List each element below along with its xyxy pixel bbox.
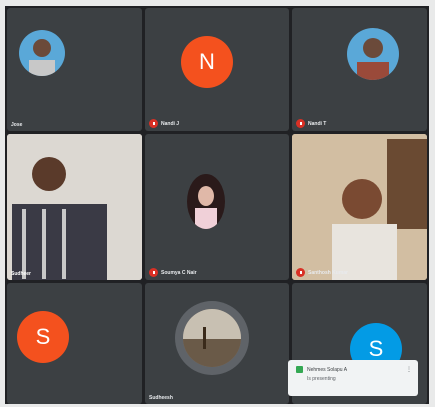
participant-name: Sudheesh xyxy=(149,395,173,401)
mic-off-icon xyxy=(296,119,305,128)
participant-name: Santhosh Kumar xyxy=(296,268,348,277)
toast-title: Nehmes Solapu A xyxy=(307,366,348,373)
avatar: N xyxy=(181,36,233,88)
participant-name: Jose xyxy=(11,122,23,128)
participant-tile-4[interactable]: Sudheer xyxy=(7,134,142,280)
participant-name: Nandi J xyxy=(149,119,179,128)
mic-off-icon xyxy=(296,268,305,277)
mic-off-icon xyxy=(149,119,158,128)
participant-tile-7[interactable]: S xyxy=(7,283,142,404)
present-icon xyxy=(296,366,303,373)
avatar xyxy=(183,309,241,367)
avatar xyxy=(187,174,225,229)
video-feed xyxy=(7,134,142,280)
more-options-icon[interactable]: ⋮ xyxy=(406,366,412,373)
participant-name: Sudheer xyxy=(11,271,32,277)
video-feed xyxy=(292,134,427,280)
participant-tile-6[interactable]: Santhosh Kumar xyxy=(292,134,427,280)
participant-tile-8[interactable]: Sudheesh xyxy=(145,283,289,404)
participant-tile-2[interactable]: N Nandi J xyxy=(145,8,289,131)
participant-tile-1[interactable]: Jose xyxy=(7,8,142,131)
avatar: S xyxy=(17,311,69,363)
mic-off-icon xyxy=(149,268,158,277)
avatar xyxy=(347,28,399,80)
participant-tile-3[interactable]: Nandi T xyxy=(292,8,427,131)
meeting-grid: Jose N Nandi J Nandi T Sudheer Soumya C … xyxy=(5,6,429,404)
participant-tile-5[interactable]: Soumya C Nair xyxy=(145,134,289,280)
presentation-notification[interactable]: Nehmes Solapu A ⋮ Is presenting xyxy=(288,360,418,396)
participant-name: Soumya C Nair xyxy=(149,268,197,277)
toast-subtitle: Is presenting xyxy=(307,376,336,382)
participant-name: Nandi T xyxy=(296,119,326,128)
avatar xyxy=(19,30,65,76)
